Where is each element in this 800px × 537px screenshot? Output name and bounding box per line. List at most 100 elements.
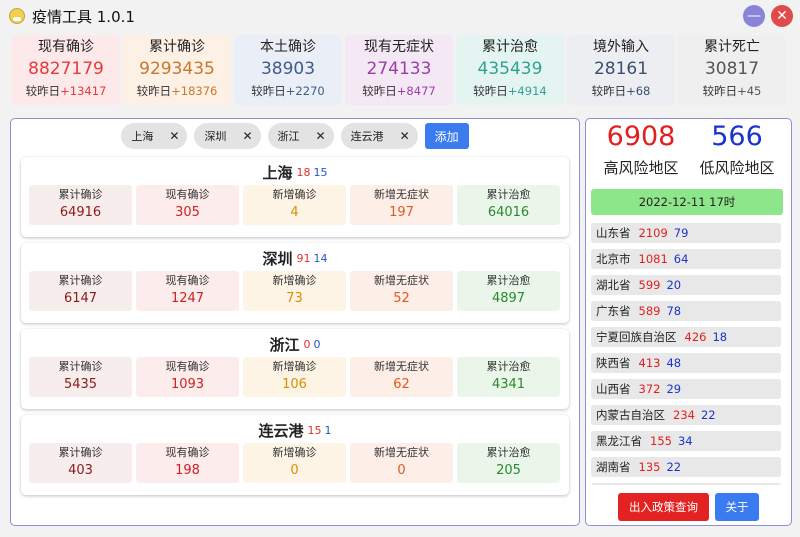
province-row[interactable]: 陕西省 413 48 (591, 353, 781, 373)
add-region-button[interactable]: 添加 (424, 123, 469, 149)
stat-diff-label: 较昨日 (702, 84, 738, 98)
province-row[interactable]: 广东省 589 78 (591, 301, 781, 321)
risk-panel: 6908 566 高风险地区 低风险地区 2022-12-11 17时 山东省 2… (585, 118, 792, 526)
province-row[interactable]: 北京市 1081 64 (591, 249, 781, 269)
region-card: 连云港 15 1 累计确诊 403 现有确诊 198 新增确诊 0 新增无症状 0 累计治愈 205 (21, 415, 569, 495)
province-low-risk: 79 (673, 226, 689, 240)
low-risk-label: 低风险地区 (699, 159, 775, 177)
stat-diff-label: 较昨日 (136, 84, 172, 98)
stat-diff: 较昨日+2270 (234, 81, 342, 101)
region-stat-label: 累计治愈 (486, 188, 531, 201)
high-risk-label: 高风险地区 (603, 159, 679, 177)
region-stat-label: 新增无症状 (374, 188, 429, 201)
stat-diff: 较昨日+8477 (345, 81, 453, 101)
province-high-risk: 2109 (638, 226, 668, 240)
region-stat-label: 新增无症状 (374, 274, 429, 287)
region-stat-label: 累计治愈 (486, 274, 531, 287)
region-stats: 累计确诊 5435 现有确诊 1093 新增确诊 106 新增无症状 62 累计治愈 4341 (21, 357, 569, 397)
province-name: 广东省 (596, 304, 631, 318)
province-high-risk: 426 (684, 330, 707, 344)
window-title: 疫情工具 1.0.1 (32, 7, 135, 26)
stat-diff-value: +2270 (285, 84, 325, 98)
province-low-risk: 18 (712, 330, 728, 344)
region-stat-value: 305 (175, 205, 200, 220)
province-high-risk: 589 (638, 304, 661, 318)
region-stat-value: 0 (397, 463, 406, 478)
region-high-risk-count: 91 (296, 251, 311, 265)
region-list[interactable]: 上海 18 15 累计确诊 64916 现有确诊 305 新增确诊 4 新增无症状 197 累计治愈 6… (21, 157, 579, 525)
region-title: 浙江 0 0 (21, 329, 569, 357)
province-list[interactable]: 山东省 2109 79 北京市 1081 64 湖北省 599 20 广东省 589 78 宁夏回族自治… (591, 223, 783, 485)
region-stat-label: 现有确诊 (165, 274, 210, 287)
region-chip[interactable]: 深圳 ✕ (194, 123, 261, 149)
province-high-risk: 1081 (638, 252, 668, 266)
remove-chip-icon[interactable]: ✕ (316, 129, 326, 143)
region-stat-cell: 累计确诊 6147 (29, 271, 132, 311)
province-row[interactable]: 湖北省 599 20 (591, 275, 781, 295)
province-name: 黑龙江省 (596, 434, 642, 448)
region-stat-label: 新增确诊 (272, 188, 317, 201)
minimize-button[interactable]: — (743, 5, 765, 27)
province-row[interactable]: 山西省 372 29 (591, 379, 781, 399)
remove-chip-icon[interactable]: ✕ (242, 129, 252, 143)
region-stat-cell: 累计治愈 4897 (457, 271, 560, 311)
region-stat-label: 累计确诊 (58, 446, 103, 459)
region-chip[interactable]: 连云港 ✕ (340, 123, 418, 149)
region-title: 连云港 15 1 (21, 415, 569, 443)
region-title: 上海 18 15 (21, 157, 569, 185)
region-chip[interactable]: 上海 ✕ (121, 123, 188, 149)
region-stat-value: 106 (282, 377, 307, 392)
region-stat-cell: 新增确诊 73 (243, 271, 346, 311)
stat-label: 累计确诊 (149, 39, 205, 55)
region-low-risk-count: 14 (313, 251, 328, 265)
region-stat-cell: 现有确诊 1093 (136, 357, 239, 397)
title-bar: 疫情工具 1.0.1 — ✕ (0, 0, 800, 32)
remove-chip-icon[interactable]: ✕ (400, 129, 410, 143)
province-row[interactable]: 湖南省 135 22 (591, 457, 781, 477)
stat-diff-label: 较昨日 (251, 84, 286, 98)
policy-query-button[interactable]: 出入政策查询 (618, 493, 709, 521)
region-high-risk-count: 18 (296, 165, 311, 179)
region-stat-label: 新增无症状 (374, 446, 429, 459)
low-risk-count: 566 (711, 121, 763, 152)
region-stat-label: 累计确诊 (58, 188, 103, 201)
stat-diff-value: +4914 (507, 84, 547, 98)
region-stat-cell: 现有确诊 305 (136, 185, 239, 225)
region-stat-label: 累计确诊 (58, 360, 103, 373)
region-stat-value: 64016 (487, 205, 530, 220)
province-row[interactable] (591, 483, 781, 485)
province-row[interactable]: 山东省 2109 79 (591, 223, 781, 243)
province-low-risk: 34 (677, 434, 693, 448)
stat-value: 274133 (366, 59, 432, 79)
province-low-risk: 78 (666, 304, 682, 318)
region-stat-value: 64916 (59, 205, 102, 220)
stat-diff: 较昨日+13417 (12, 81, 120, 101)
remove-chip-icon[interactable]: ✕ (169, 129, 179, 143)
stat-diff: 较昨日+4914 (456, 81, 564, 101)
region-stat-value: 4341 (491, 377, 526, 392)
region-stat-label: 累计治愈 (486, 360, 531, 373)
region-name: 深圳 (262, 249, 293, 268)
province-row[interactable]: 黑龙江省 155 34 (591, 431, 781, 451)
region-stat-value: 6147 (63, 291, 98, 306)
region-name: 上海 (262, 163, 293, 182)
region-stat-cell: 现有确诊 1247 (136, 271, 239, 311)
region-chip[interactable]: 浙江 ✕ (267, 123, 334, 149)
close-button[interactable]: ✕ (771, 5, 793, 27)
province-high-risk: 599 (638, 278, 661, 292)
stat-card: 累计死亡 30817 较昨日+45 (678, 35, 786, 105)
province-row[interactable]: 内蒙古自治区 234 22 (591, 405, 781, 425)
stat-diff-label: 较昨日 (362, 84, 397, 98)
about-button[interactable]: 关于 (715, 493, 759, 521)
region-stat-label: 新增无症状 (374, 360, 429, 373)
region-stat-value: 73 (286, 291, 303, 306)
stat-value: 30817 (704, 59, 760, 79)
stat-card: 本土确诊 38903 较昨日+2270 (234, 35, 342, 105)
province-name: 湖北省 (596, 278, 631, 292)
province-row[interactable]: 宁夏回族自治区 426 18 (591, 327, 781, 347)
stat-diff: 较昨日+68 (567, 81, 675, 101)
stat-label: 累计死亡 (704, 39, 760, 55)
stat-card: 现有确诊 8827179 较昨日+13417 (12, 35, 120, 105)
region-stat-cell: 新增确诊 106 (243, 357, 346, 397)
high-risk-count: 6908 (606, 121, 676, 152)
